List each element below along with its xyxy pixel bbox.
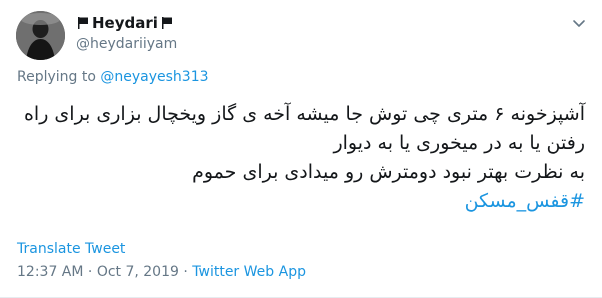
tweet-source-link[interactable]: Twitter Web App: [192, 264, 306, 280]
tweet-card: Heydari @heydariiyam Replying to @neyaye…: [0, 0, 602, 298]
black-flag-icon: [78, 17, 88, 29]
meta-separator: ·: [178, 264, 193, 280]
user-block: Heydari @heydariiyam: [76, 13, 177, 52]
meta-separator: ·: [83, 264, 97, 280]
tweet-text-line: به نظرت بهتر نبود دومترش رو میدادی برای …: [192, 161, 585, 183]
tweet-text: آشپزخونه ۶ متری چی توش جا میشه آخه ی گاز…: [15, 100, 585, 216]
translate-tweet-link[interactable]: Translate Tweet: [17, 241, 125, 257]
avatar[interactable]: [16, 11, 65, 60]
replying-to-label: Replying to: [17, 69, 96, 85]
tweet-text-line: آشپزخونه ۶ متری چی توش جا میشه آخه ی گاز…: [23, 103, 585, 125]
tweet-meta: 12:37 AM · Oct 7, 2019 · Twitter Web App: [17, 264, 306, 280]
hashtag-link[interactable]: #قفس_مسکن: [15, 187, 585, 216]
black-flag-icon: [161, 17, 172, 29]
display-name[interactable]: Heydari: [92, 14, 158, 32]
reply-mention-link[interactable]: @neyayesh313: [100, 69, 208, 85]
user-handle[interactable]: @heydariiyam: [76, 36, 177, 52]
tweet-time[interactable]: 12:37 AM: [17, 264, 83, 280]
tweet-text-line: رفتن یا به در میخوری یا به دیوار: [333, 132, 585, 154]
profile-photo-icon: [16, 11, 65, 60]
display-name-row[interactable]: Heydari: [76, 13, 177, 33]
tweet-date[interactable]: Oct 7, 2019: [97, 264, 179, 280]
chevron-down-icon[interactable]: [572, 16, 586, 30]
replying-to: Replying to @neyayesh313: [17, 69, 209, 85]
